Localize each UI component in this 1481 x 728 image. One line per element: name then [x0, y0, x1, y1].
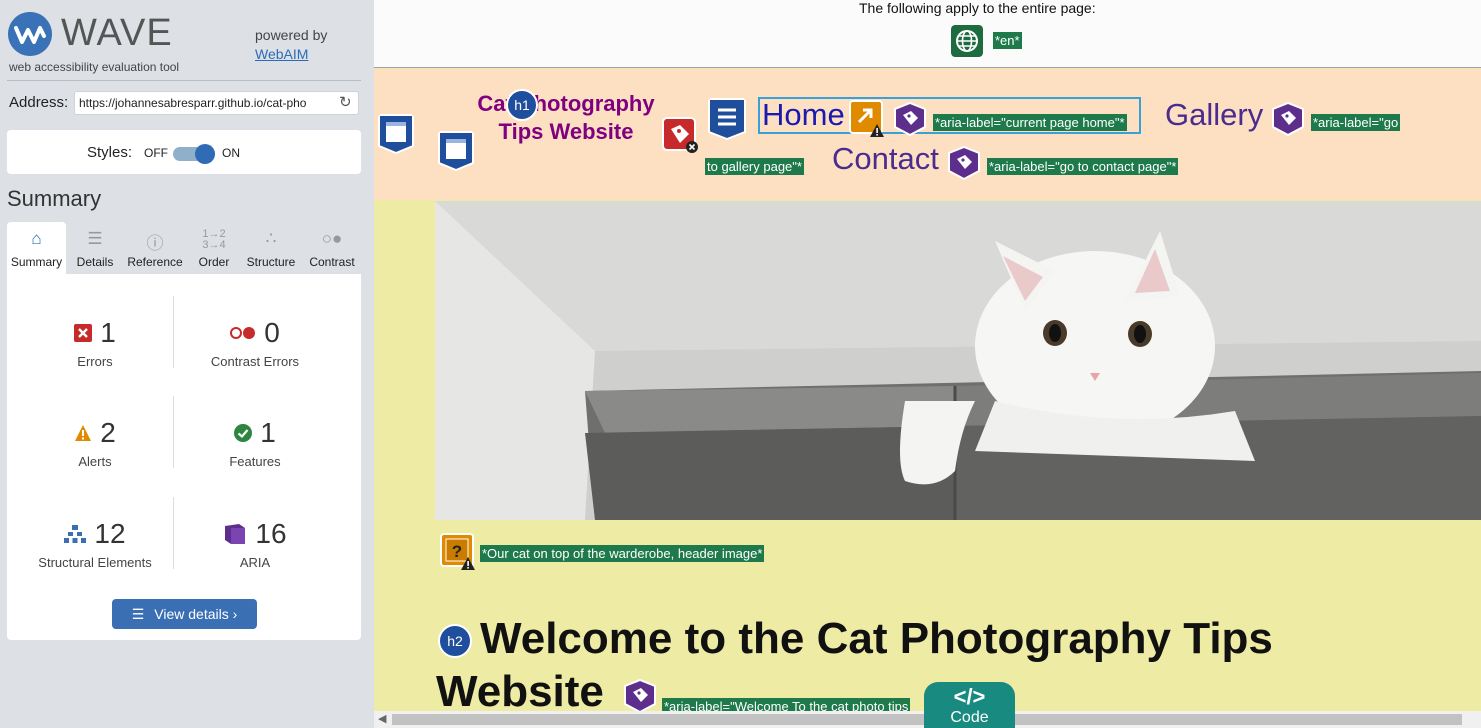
aria-label-icon[interactable]: [946, 145, 982, 181]
styles-on-label: ON: [222, 146, 240, 160]
header-cat-image: [435, 201, 1481, 520]
home-icon: ⌂: [31, 229, 42, 248]
app-name: WAVE: [61, 12, 173, 54]
powered-by-text: powered by: [255, 27, 328, 43]
feature-check-icon: [234, 424, 253, 442]
error-icon: [74, 324, 93, 342]
stat-contrast-errors[interactable]: 0 Contrast Errors: [175, 316, 335, 369]
reload-icon[interactable]: ↻: [339, 93, 352, 111]
code-panel-toggle[interactable]: </> Code: [924, 682, 1015, 728]
language-globe-icon[interactable]: [951, 25, 983, 57]
styles-label: Styles:: [87, 144, 133, 161]
evaluated-page: The following apply to the entire page: …: [374, 0, 1481, 728]
styles-off-label: OFF: [144, 146, 168, 160]
alerts-label: Alerts: [78, 454, 112, 469]
language-tag: *en*: [993, 32, 1022, 49]
suspicious-alt-alert-icon[interactable]: ?: [440, 533, 476, 571]
contrast-errors-count: 0: [264, 317, 280, 348]
aria-icon: [225, 524, 246, 544]
wave-logo-icon: [8, 12, 52, 56]
nav-link-contact[interactable]: Contact: [832, 141, 939, 177]
app-subtitle: web accessibility evaluation tool: [9, 60, 180, 74]
code-label: Code: [950, 709, 989, 726]
nav-link-home[interactable]: Home: [762, 97, 845, 133]
stat-structural-elements[interactable]: 12 Structural Elements: [15, 517, 175, 570]
scroll-left-icon[interactable]: ◀: [378, 712, 386, 725]
wave-sidebar: WAVE web accessibility evaluation tool p…: [0, 0, 374, 728]
navigation-icon[interactable]: [708, 98, 746, 140]
aria-label-icon[interactable]: [892, 101, 928, 137]
redundant-link-alert-icon[interactable]: [849, 100, 885, 138]
features-label: Features: [229, 454, 281, 469]
h1-heading-icon[interactable]: h1: [506, 89, 538, 121]
order-icon: 1→2 3→4: [202, 228, 226, 251]
summary-heading: Summary: [7, 186, 102, 211]
stat-alerts[interactable]: 2 Alerts: [15, 416, 175, 469]
webaim-link[interactable]: WebAIM: [255, 46, 308, 62]
code-icon: </>: [953, 684, 986, 709]
info-icon: ⓘ: [146, 234, 164, 253]
tab-label: Contrast: [309, 255, 355, 269]
styles-toggle[interactable]: [173, 143, 215, 164]
broken-aria-error-icon[interactable]: [662, 117, 698, 153]
aria-label-home-tag: *aria-label="current page home"*: [933, 114, 1127, 131]
nav-link-gallery[interactable]: Gallery: [1165, 97, 1263, 133]
aria-label-icon[interactable]: [1270, 101, 1306, 137]
structural-label: Structural Elements: [38, 555, 152, 570]
alt-text-tag: *Our cat on top of the warderobe, header…: [480, 545, 765, 562]
structure-icon: [64, 525, 87, 543]
tab-details[interactable]: ☰ Details: [69, 222, 121, 274]
page-level-heading: The following apply to the entire page:: [859, 0, 1096, 16]
header-region-icon[interactable]: [378, 114, 414, 154]
alerts-count: 2: [100, 417, 116, 448]
features-count: 1: [260, 417, 276, 448]
list-icon: ☰: [87, 229, 103, 248]
structural-count: 12: [94, 518, 126, 549]
aria-count: 16: [255, 518, 287, 549]
tab-label: Details: [76, 255, 114, 269]
alert-icon: [75, 425, 92, 441]
styles-toggle-card: Styles: OFF ON: [7, 130, 361, 174]
tab-label: Reference: [127, 255, 183, 269]
errors-count: 1: [100, 317, 116, 348]
h2-icon-text: h2: [447, 633, 463, 649]
address-label: Address:: [9, 94, 69, 111]
view-details-button[interactable]: ☰ View details ›: [112, 599, 257, 629]
stat-errors[interactable]: 1 Errors: [15, 316, 175, 369]
tab-summary[interactable]: ⌂ Summary: [7, 222, 66, 274]
list-icon: ☰: [131, 606, 145, 622]
tab-label: Structure: [246, 255, 296, 269]
contrast-icon: ○●: [321, 229, 343, 248]
aria-label-icon[interactable]: [622, 678, 658, 714]
contrast-errors-label: Contrast Errors: [210, 354, 300, 369]
toggle-knob: [195, 144, 215, 164]
welcome-heading-line1: Welcome to the Cat Photography Tips: [480, 614, 1273, 663]
aria-label-gallery-tag-cont: to gallery page"*: [705, 158, 804, 175]
tab-contrast[interactable]: ○● Contrast: [303, 222, 361, 274]
page-level-band: The following apply to the entire page: …: [374, 0, 1481, 68]
summary-tabs: ⌂ Summary ☰ Details ⓘ Reference 1→2 3→4 O…: [7, 222, 361, 274]
aria-label-gallery-tag: *aria-label="go: [1311, 114, 1401, 131]
tab-label: Summary: [10, 255, 63, 269]
aria-label: ARIA: [239, 555, 271, 570]
tab-reference[interactable]: ⓘ Reference: [123, 222, 187, 274]
h2-heading-icon[interactable]: h2: [438, 624, 472, 658]
tab-label: Order: [198, 255, 230, 269]
structure-icon: ∴: [265, 229, 277, 248]
aria-label-contact-tag: *aria-label="go to contact page"*: [987, 158, 1179, 175]
h1-icon-text: h1: [514, 97, 530, 113]
address-input[interactable]: https://johannesabresparr.github.io/cat-…: [74, 91, 359, 115]
errors-label: Errors: [77, 354, 113, 369]
summary-panel: 1 Errors 0 Contrast Errors 2 Alerts 1 Fe…: [7, 274, 361, 640]
tab-order[interactable]: 1→2 3→4 Order: [189, 222, 239, 274]
svg-text:?: ?: [452, 542, 462, 561]
contrast-error-icon: [230, 327, 256, 339]
divider: [7, 80, 361, 81]
site-title: Cat Photography Tips Website: [477, 91, 655, 144]
view-details-label: View details ›: [154, 606, 238, 622]
stat-features[interactable]: 1 Features: [175, 416, 335, 469]
tab-structure[interactable]: ∴ Structure: [241, 222, 301, 274]
stat-aria[interactable]: 16 ARIA: [175, 517, 335, 570]
